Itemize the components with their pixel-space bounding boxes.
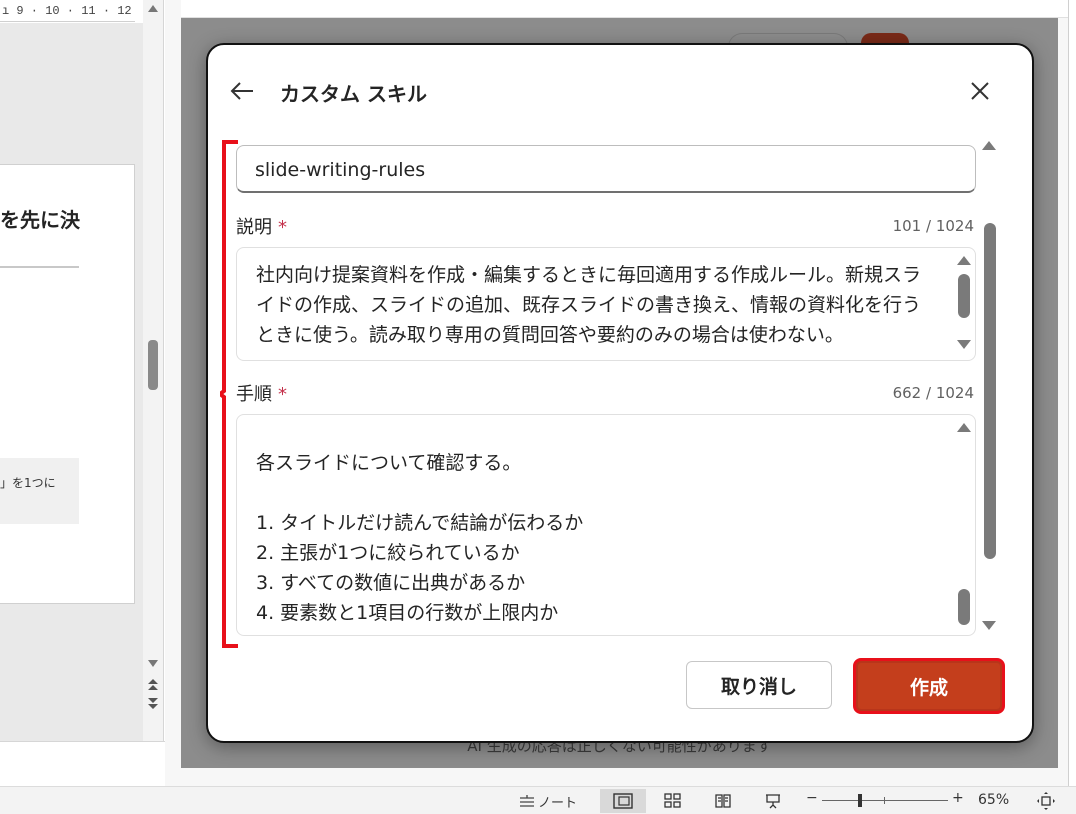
steps-textarea[interactable]: 各スライドについて確認する。 1. タイトルだけ読んで結論が伝わるか 2. 主張… (236, 414, 976, 636)
previous-slide-icon[interactable] (147, 677, 159, 691)
notes-icon (520, 794, 534, 807)
zoom-level[interactable]: 65% (978, 792, 1009, 808)
steps-blank-line (256, 478, 935, 508)
close-icon (971, 82, 989, 100)
grid-icon (664, 793, 681, 808)
zoom-slider-thumb[interactable] (858, 794, 862, 807)
dialog-scrollbar[interactable] (978, 137, 1002, 637)
ruler: ı 9 · 10 · 11 · 12 · (0, 0, 135, 22)
description-scrollbar[interactable] (949, 248, 975, 360)
steps-label: 手順 * (236, 380, 287, 406)
steps-item: 2. 主張が1つに絞られているか (256, 542, 520, 564)
slide-note-text: 」を1つに (0, 476, 56, 490)
steps-item: 1. タイトルだけ読んで結論が伝わるか (256, 512, 584, 534)
description-text: 社内向け提案資料を作成・編集するときに毎回適用する作成ルール。新規スライドの作成… (256, 264, 922, 346)
status-bar: ノート − + 65% (0, 786, 1076, 814)
create-button[interactable]: 作成 (853, 658, 1005, 714)
document-scrollbar[interactable] (143, 0, 164, 741)
description-counter: 101 / 1024 (892, 217, 974, 235)
book-icon (715, 794, 731, 808)
steps-intro: 各スライドについて確認する。 (256, 452, 522, 474)
next-slide-icon[interactable] (147, 697, 159, 711)
steps-scrollbar[interactable] (949, 415, 975, 635)
arrow-left-icon (230, 82, 253, 100)
description-label-text: 説明 (236, 217, 272, 238)
dialog-title: カスタム スキル (280, 82, 427, 106)
close-button[interactable] (964, 75, 996, 107)
scroll-up-icon[interactable] (982, 141, 996, 150)
required-mark: * (278, 384, 287, 405)
fit-to-window-icon[interactable] (1036, 791, 1056, 811)
steps-scroll-thumb[interactable] (958, 589, 970, 625)
zoom-in-button[interactable]: + (952, 790, 964, 806)
steps-counter: 662 / 1024 (892, 384, 974, 402)
notes-band (0, 741, 165, 786)
back-button[interactable] (226, 75, 258, 107)
zoom-out-button[interactable]: − (806, 790, 818, 806)
cancel-button[interactable]: 取り消し (686, 661, 832, 709)
scroll-down-icon[interactable] (148, 660, 158, 667)
steps-content: 各スライドについて確認する。 1. タイトルだけ読んで結論が伝わるか 2. 主張… (256, 448, 935, 628)
slide-sorter-button[interactable] (650, 789, 696, 813)
dialog-scroll-thumb[interactable] (984, 223, 996, 559)
description-label: 説明 * (236, 213, 287, 239)
steps-item: 4. 要素数と1項目の行数が上限内か (256, 602, 559, 624)
normal-view-icon (613, 793, 633, 809)
description-scroll-thumb[interactable] (958, 274, 970, 318)
zoom-slider-track[interactable] (822, 800, 948, 801)
notes-button[interactable]: ノート (518, 792, 577, 811)
custom-skill-dialog: カスタム スキル slide-writing-rules 説明 * 101 / 1… (206, 43, 1034, 743)
normal-view-button[interactable] (600, 789, 646, 813)
scroll-down-icon[interactable] (982, 621, 996, 630)
zoom-slider-center-mark (884, 797, 885, 804)
description-textarea[interactable]: 社内向け提案資料を作成・編集するときに毎回適用する作成ルール。新規スライドの作成… (236, 247, 976, 361)
scroll-up-icon[interactable] (148, 5, 158, 12)
steps-label-text: 手順 (236, 384, 272, 405)
slide-note-box (0, 458, 79, 524)
slideshow-button[interactable] (750, 789, 796, 813)
copilot-pane-header (181, 0, 1076, 18)
scroll-thumb[interactable] (148, 340, 158, 390)
required-mark: * (278, 217, 287, 238)
scroll-up-icon[interactable] (957, 423, 971, 432)
window-edge (1068, 0, 1076, 786)
scroll-down-icon[interactable] (957, 340, 971, 349)
skill-name-input[interactable]: slide-writing-rules (236, 145, 976, 193)
presentation-icon (766, 794, 780, 809)
slide-divider (0, 266, 79, 268)
slide-heading: を先に決 (0, 208, 80, 232)
scroll-up-icon[interactable] (957, 256, 971, 265)
steps-item: 3. すべての数値に出典があるか (256, 572, 526, 594)
reading-view-button[interactable] (700, 789, 746, 813)
notes-label: ノート (538, 796, 578, 811)
